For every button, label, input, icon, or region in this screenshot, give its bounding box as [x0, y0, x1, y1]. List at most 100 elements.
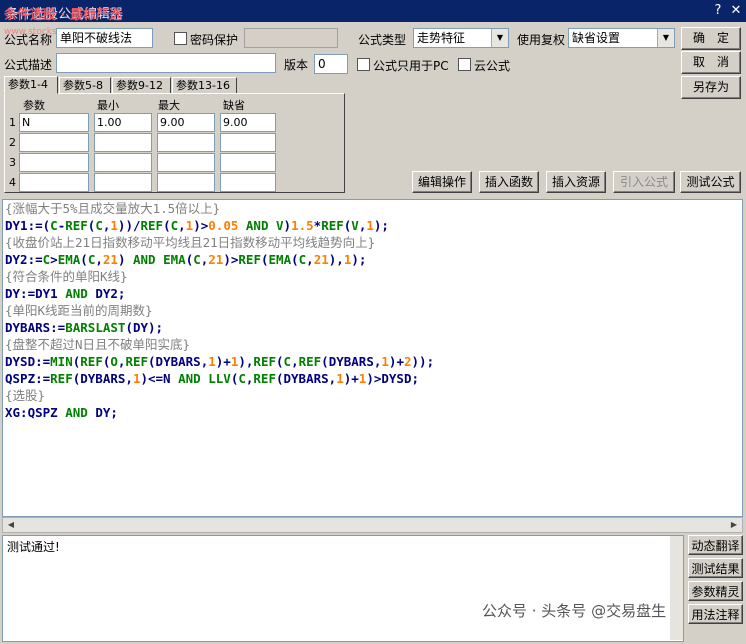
code-line: QSPZ:=REF(DYBARS,1)<=N AND LLV(C,REF(DYB…: [5, 370, 740, 387]
code-token: )>: [193, 218, 209, 233]
tab-params-13-16[interactable]: 参数13-16: [172, 77, 237, 94]
code-token: DY;: [87, 405, 118, 420]
code-token: >: [50, 252, 58, 267]
param-name-input[interactable]: [19, 153, 89, 172]
code-token: )>DYSD;: [366, 371, 420, 386]
param-row-index: 3: [9, 156, 16, 169]
code-token: ,: [95, 252, 103, 267]
param-default-input[interactable]: [220, 133, 276, 152]
password-input: [244, 28, 338, 48]
import-formula-button[interactable]: 引入公式: [613, 171, 675, 193]
param-header-default: 缺省: [223, 99, 245, 112]
code-token: AND: [178, 371, 201, 386]
test-result-button[interactable]: 测试结果: [688, 558, 743, 578]
tab-params-5-8[interactable]: 参数5-8: [59, 77, 111, 94]
code-token: {符合条件的单阳K线}: [5, 269, 128, 284]
edit-ops-button[interactable]: 编辑操作: [412, 171, 472, 193]
insert-resource-button[interactable]: 插入资源: [546, 171, 606, 193]
name-label: 公式名称: [4, 33, 53, 47]
code-token: 0.05: [208, 218, 239, 233]
code-line: DYSD:=MIN(REF(O,REF(DYBARS,1)+1),REF(C,R…: [5, 353, 740, 370]
fq-value: 缺省设置: [572, 31, 621, 45]
usage-note-button[interactable]: 用法注释: [688, 604, 743, 624]
code-line: DY:=DY1 AND DY2;: [5, 285, 740, 302]
param-max-input[interactable]: 9.00: [157, 113, 215, 132]
close-button[interactable]: ✕: [728, 3, 744, 19]
code-token: 2: [403, 354, 412, 369]
param-default-input[interactable]: 9.00: [220, 113, 276, 132]
pc-only-checkbox[interactable]: [357, 58, 370, 71]
formula-type-value: 走势特征: [417, 31, 466, 45]
code-token: (DYBARS,: [72, 371, 133, 386]
scroll-left-icon[interactable]: ◀: [4, 518, 18, 532]
param-name-input[interactable]: [19, 133, 89, 152]
param-header-min: 最小: [97, 99, 119, 112]
param-min-input[interactable]: [94, 173, 152, 192]
param-min-input[interactable]: [94, 153, 152, 172]
cancel-button[interactable]: 取 消: [681, 51, 741, 74]
cloud-checkbox[interactable]: [458, 58, 471, 71]
version-input[interactable]: 0: [314, 54, 348, 74]
insert-func-button[interactable]: 插入函数: [479, 171, 539, 193]
tab-params-9-12[interactable]: 参数9-12: [112, 77, 171, 94]
code-token: DYSD:=: [5, 354, 51, 369]
param-min-input[interactable]: [94, 133, 152, 152]
formula-editor[interactable]: {涨幅大于5%且成交量放大1.5倍以上} DY1:=(C-REF(C,1))/RE…: [2, 199, 743, 517]
code-token: 1: [336, 371, 344, 386]
code-token: REF: [140, 218, 164, 233]
code-token: V: [276, 218, 284, 233]
param-wizard-button[interactable]: 参数精灵: [688, 581, 743, 601]
code-token: C: [95, 218, 103, 233]
fq-select[interactable]: 缺省设置 ▼: [568, 28, 675, 48]
code-token: );: [373, 218, 389, 233]
tab-params-1-4[interactable]: 参数1-4: [4, 76, 58, 94]
code-token: AND: [245, 218, 269, 233]
code-token: (: [276, 354, 284, 369]
param-name-input[interactable]: N: [19, 113, 89, 132]
code-token: REF: [253, 354, 276, 369]
param-max-input[interactable]: [157, 133, 215, 152]
chevron-down-icon: ▼: [657, 29, 674, 47]
test-formula-button[interactable]: 测试公式: [680, 171, 741, 193]
code-token: (: [163, 218, 171, 233]
formula-desc-input[interactable]: [56, 53, 276, 73]
code-token: ,: [306, 252, 314, 267]
param-max-input[interactable]: [157, 173, 215, 192]
code-token: )+: [388, 354, 404, 369]
code-token: 21: [208, 252, 224, 267]
param-min-input[interactable]: 1.00: [94, 113, 152, 132]
code-token: ): [283, 218, 292, 233]
param-default-input[interactable]: [220, 153, 276, 172]
code-token: REF: [80, 354, 103, 369]
type-label: 公式类型: [358, 33, 407, 47]
code-token: REF: [253, 371, 276, 386]
save-as-button[interactable]: 另存为: [681, 76, 741, 99]
pc-only-label: 公式只用于PC: [373, 59, 449, 73]
scroll-right-icon[interactable]: ▶: [727, 518, 741, 532]
code-line: {盘整不超过N日且不破单阳实底}: [5, 336, 740, 353]
code-token: )+: [343, 371, 359, 386]
code-token: ))/: [117, 218, 141, 233]
dynamic-translate-button[interactable]: 动态翻译: [688, 535, 743, 555]
ok-button[interactable]: 确 定: [681, 27, 741, 50]
version-label: 版本: [284, 58, 309, 72]
code-token: EMA: [57, 252, 81, 267]
output-vertical-scrollbar[interactable]: [670, 536, 683, 640]
param-max-input[interactable]: [157, 153, 215, 172]
code-token: AND: [65, 405, 88, 420]
help-button[interactable]: ?: [710, 3, 726, 19]
code-token: DY:=DY1: [5, 286, 66, 301]
fq-label: 使用复权: [517, 33, 566, 47]
horizontal-scrollbar[interactable]: ◀ ▶: [2, 517, 743, 533]
password-label: 密码保护: [190, 33, 239, 47]
password-checkbox[interactable]: [174, 32, 187, 45]
param-name-input[interactable]: [19, 173, 89, 192]
param-default-input[interactable]: [220, 173, 276, 192]
code-token: 21: [102, 252, 118, 267]
code-token: 1: [110, 218, 118, 233]
formula-name-input[interactable]: 单阳不破线法: [56, 28, 153, 48]
code-token: 1: [366, 218, 374, 233]
formula-type-select[interactable]: 走势特征 ▼: [413, 28, 509, 48]
